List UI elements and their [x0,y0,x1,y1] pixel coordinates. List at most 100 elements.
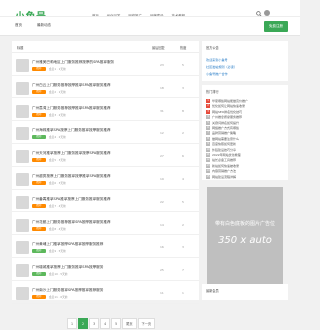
page-link[interactable]: 尾页 [122,318,137,329]
post-title[interactable]: 广州越秀按摩上门服务推拿按摩推拿SPA服务推荐 [32,174,192,179]
rank-title[interactable]: 站长必备工具推荐 [212,158,236,162]
rank-title[interactable]: 品牌营销推广策略 [212,131,236,135]
post-tag: 推荐 [32,249,46,254]
post-tag: 推荐 [32,272,46,277]
rank-title[interactable]: 外链建设技巧分享 [212,148,236,152]
post-row[interactable]: 广州花都上门服务推荐推拿SPA按摩推拿服务推荐 推荐 会员8 · 4天前 14 2 [12,215,199,236]
author-avatar[interactable] [16,264,29,278]
page-link[interactable]: 4 [100,318,111,329]
post-title[interactable]: 广州黄埔上门推拿按摩SPA推拿按摩服务推荐 [32,242,192,247]
ad-size: 350 x auto [218,235,272,246]
author-avatar[interactable] [16,104,29,118]
rank-title[interactable]: 广州推拿按摩服务推荐 [212,115,242,119]
page-link[interactable]: 下一页 [137,318,156,329]
ranking-item[interactable]: 1 华夏哪些网站能做竞价推广 [206,99,286,103]
post-row[interactable]: 广州天河推拿按摩上门服务推拿按摩SPA服务推荐 推荐 会员5 · 3天前 27 6 [12,146,199,167]
post-title[interactable]: 广州花都上门服务推荐推拿SPA按摩推拿服务推荐 [32,220,192,225]
notice-link[interactable]: 小鱼号推广合作 [206,71,228,76]
page-link[interactable]: 3 [89,318,100,329]
post-row[interactable]: 广州增城推拿按摩上门服务推拿SPA按摩服务 推荐 会员10 · 5天前 25 7 [12,260,199,281]
post-row[interactable]: 广州越秀按摩上门服务推拿按摩推拿SPA服务推荐 推荐 会员6 · 3天前 19 4 [12,169,199,190]
post-row[interactable]: 广州荔湾上门服务推荐按摩推拿SPA推拿服务推荐 推荐 会员3 · 2天前 31 8 [12,101,199,122]
ranking-title: 热门排行 [206,90,219,94]
heat-count: 4 [182,177,184,181]
ranking-item[interactable]: 3 网站SEO排名优化技巧 [206,109,286,114]
rank-title[interactable]: 华夏哪些网站能做竞价推广 [212,99,248,103]
heat-count: 2 [182,222,184,227]
ranking-item[interactable]: 14 内容营销推广方法 [206,169,286,174]
ranking-item[interactable]: 13 新站如何快速被收录 [206,163,286,168]
rank-title[interactable]: 优化如何让网站快速收录 [212,104,245,108]
post-title[interactable]: 广州荔湾上门服务推荐按摩推拿SPA推拿服务推荐 [32,106,192,111]
ranking-item[interactable]: 4 广州推拿按摩服务推荐 [206,115,286,120]
post-row[interactable]: 广州黄埔上门推拿按摩SPA推拿按摩服务推荐 推荐 会员9 · 5天前 16 3 [12,237,199,258]
post-row[interactable]: 广州海珠推拿SPA按摩上门服务推拿按摩服务推荐 推荐 会员4 · 2天前 12 2 [12,123,199,144]
breadcrumb-current[interactable]: 最新动态 [37,23,51,28]
list-header-reply[interactable]: 最后回复 [152,45,165,50]
ranking-item[interactable]: 12 站长必备工具推荐 [206,158,286,163]
members-panel: 最新会员 [202,284,288,300]
reply-count: 14 [160,222,164,227]
post-tag: 推荐 [32,67,46,71]
rank-title[interactable]: 关键词排名如何提升 [212,121,239,125]
ranking-item[interactable]: 6 网络推广方式有哪些 [206,126,286,130]
post-row[interactable]: 广州南沙上门服务推拿SPA按摩推拿推荐服务 推荐 会员11 · 6天前 11 1 [12,283,199,304]
ranking-item[interactable]: 7 品牌营销推广策略 [206,131,286,136]
post-title[interactable]: 广州番禺推拿SPA推拿按摩上门服务推拿服务推荐 [32,197,192,202]
ranking-item[interactable]: 9 百度快照如何更新 [206,142,286,147]
rank-title[interactable]: 内容营销推广方法 [212,169,236,173]
reply-count: 18 [160,85,164,90]
rank-title[interactable]: 网络推广方式有哪些 [212,126,239,130]
page-link[interactable]: 1 [67,318,78,329]
author-avatar[interactable] [16,127,29,141]
post-row[interactable]: 广州白云上门服务推荐按摩推拿SPA推拿服务推荐 推荐 会员2 · 1天前 18 3 [12,78,199,99]
rank-number: 2 [206,104,210,109]
post-row[interactable]: 广州番禺推拿SPA推拿按摩上门服务推拿服务推荐 推荐 会员7 · 4天前 22 5 [12,192,199,213]
post-title[interactable]: 广州白云上门服务推荐按摩推拿SPA推拿服务推荐 [32,83,192,88]
author-avatar[interactable] [16,59,29,72]
list-header-title: 标题 [17,46,24,50]
post-title[interactable]: 广州南沙上门服务推拿SPA按摩推拿推荐服务 [32,288,192,293]
post-title[interactable]: 广州海珠推拿SPA按摩上门服务推拿按摩服务推荐 [32,128,192,133]
ranking-item[interactable]: 2 优化如何让网站快速收录 [206,104,286,109]
breadcrumb-home[interactable]: 首页 [15,23,22,28]
author-avatar[interactable] [16,195,29,209]
post-row[interactable]: 广州雅美巴莉地区上门服务推荐按摩的SPA推拿服务 推荐 会员1 · 1天前 23 5 [12,55,199,76]
post-title[interactable]: 广州增城推拿按摩上门服务推拿SPA按摩服务 [32,265,192,270]
rank-title[interactable]: 做网站需要注意什么 [212,137,239,141]
rank-number: 7 [206,131,210,136]
notice-link[interactable]: 欢迎来到小鱼号 [206,57,228,62]
ranking-panel: 热门排行 1 华夏哪些网站能做竞价推广 2 优化如何让网站快速收录 3 网站SEO排名优化… [202,85,288,180]
ranking-item[interactable]: 15 网站建设流程详解 [206,174,286,179]
notice-panel: 官方公告 欢迎来到小鱼号 社区发帖规则（必读） 小鱼号推广合作 [202,41,288,81]
reply-count: 12 [160,131,164,136]
post-title[interactable]: 广州雅美巴莉地区上门服务推荐按摩的SPA推拿服务 [32,60,192,65]
ranking-item[interactable]: 8 做网站需要注意什么 [206,136,286,141]
ranking-item[interactable]: 5 关键词排名如何提升 [206,120,286,125]
rank-title[interactable]: 网站SEO排名优化技巧 [212,110,242,114]
author-avatar[interactable] [16,241,29,255]
author-avatar[interactable] [16,150,29,164]
ranking-item[interactable]: 11 2022年网站优化教程 [206,153,286,157]
list-header-heat[interactable]: 热度 [180,45,186,50]
author-avatar[interactable] [16,287,29,300]
rank-title[interactable]: 新站如何快速被收录 [212,164,239,168]
rank-title[interactable]: 2022年网站优化教程 [212,153,241,157]
notice-link[interactable]: 社区发帖规则（必读） [206,64,237,69]
author-avatar[interactable] [16,218,29,232]
author-avatar[interactable] [16,81,29,95]
rank-title[interactable]: 百度快照如何更新 [212,142,236,146]
ad-placeholder[interactable]: 带有白色底板的图片广告位 350 x auto [207,187,283,287]
page-link[interactable]: 2 [78,318,89,329]
register-button[interactable]: 免费注册 [264,21,288,32]
reply-count: 23 [160,63,164,67]
post-tag: 推荐 [32,135,46,140]
page-link[interactable]: 5 [111,318,122,329]
post-title[interactable]: 广州天河推拿按摩上门服务推拿按摩SPA服务推荐 [32,151,192,156]
rank-title[interactable]: 网站建设流程详解 [212,175,236,179]
post-tag: 推荐 [32,226,46,231]
author-avatar[interactable] [16,173,29,186]
post-meta: 会员6 · 3天前 [49,181,66,185]
rank-number: 5 [206,120,210,125]
ranking-item[interactable]: 10 外链建设技巧分享 [206,147,286,152]
